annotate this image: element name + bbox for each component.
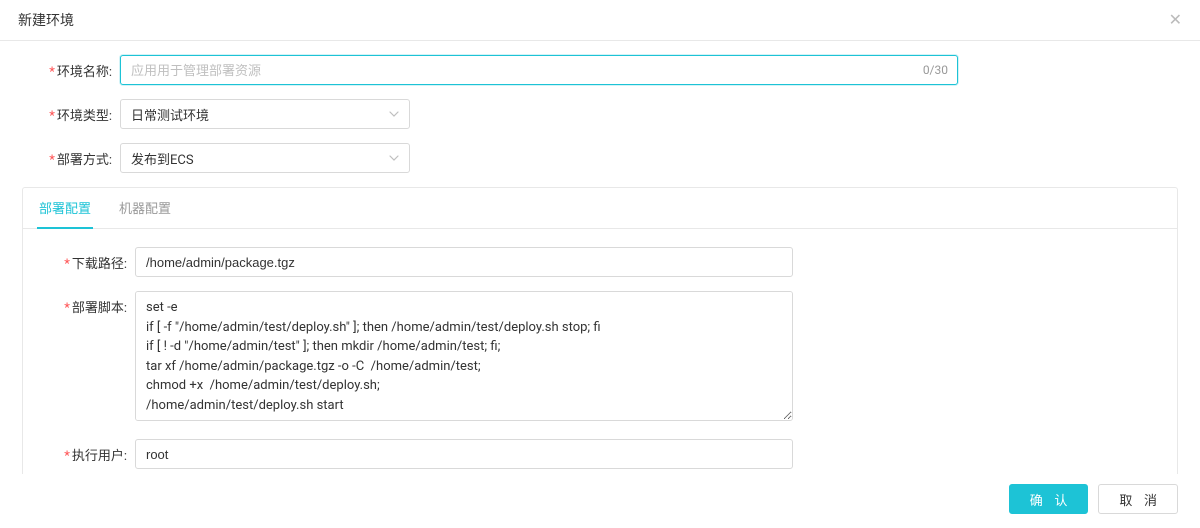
label-env-type: *环境类型:	[22, 105, 120, 124]
env-type-select[interactable]: 日常测试环境	[120, 99, 410, 129]
row-env-name: *环境名称: 0/30	[22, 55, 1178, 85]
download-path-input[interactable]	[135, 247, 793, 277]
env-type-select-wrap: 日常测试环境	[120, 99, 410, 129]
label-deploy-method: *部署方式:	[22, 149, 120, 168]
row-exec-user: *执行用户:	[37, 439, 1163, 469]
config-tabs: 部署配置 机器配置	[23, 188, 1177, 229]
deploy-method-select[interactable]: 发布到ECS	[120, 143, 410, 173]
chevron-down-icon	[389, 155, 399, 161]
exec-user-input[interactable]	[135, 439, 793, 469]
row-deploy-script: *部署脚本:	[37, 291, 1163, 425]
deploy-method-value: 发布到ECS	[131, 149, 194, 168]
tab-content-deploy: *下载路径: *部署脚本: *执行用户:	[23, 229, 1177, 474]
label-env-name: *环境名称:	[22, 61, 120, 80]
dialog-title: 新建环境	[18, 10, 74, 30]
chevron-down-icon	[389, 111, 399, 117]
download-path-wrap	[135, 247, 793, 277]
dialog-header: 新建环境 ✕	[0, 0, 1200, 41]
tab-machine-config[interactable]: 机器配置	[117, 188, 173, 229]
ok-button[interactable]: 确 认	[1009, 484, 1089, 514]
label-deploy-script: *部署脚本:	[37, 291, 135, 316]
deploy-method-select-wrap: 发布到ECS	[120, 143, 410, 173]
exec-user-wrap	[135, 439, 793, 469]
dialog-new-environment: 新建环境 ✕ *环境名称: 0/30 *环境类型: 日常测试环境	[0, 0, 1200, 528]
row-deploy-method: *部署方式: 发布到ECS	[22, 143, 1178, 173]
deploy-script-wrap	[135, 291, 793, 425]
env-name-counter: 0/30	[923, 63, 948, 77]
row-env-type: *环境类型: 日常测试环境	[22, 99, 1178, 129]
dialog-footer: 确 认 取 消	[0, 474, 1200, 528]
deploy-script-textarea[interactable]	[135, 291, 793, 421]
tab-deploy-config[interactable]: 部署配置	[37, 188, 93, 229]
label-exec-user: *执行用户:	[37, 445, 135, 464]
env-type-value: 日常测试环境	[131, 105, 209, 124]
label-download-path: *下载路径:	[37, 253, 135, 272]
config-tabs-panel: 部署配置 机器配置 *下载路径: *部署脚本:	[22, 187, 1178, 474]
cancel-button[interactable]: 取 消	[1098, 484, 1178, 514]
dialog-body: *环境名称: 0/30 *环境类型: 日常测试环境 *部署方式:	[0, 41, 1200, 474]
env-name-input-wrap: 0/30	[120, 55, 958, 85]
row-download-path: *下载路径:	[37, 247, 1163, 277]
close-icon[interactable]: ✕	[1169, 12, 1182, 28]
env-name-input[interactable]	[120, 55, 958, 85]
